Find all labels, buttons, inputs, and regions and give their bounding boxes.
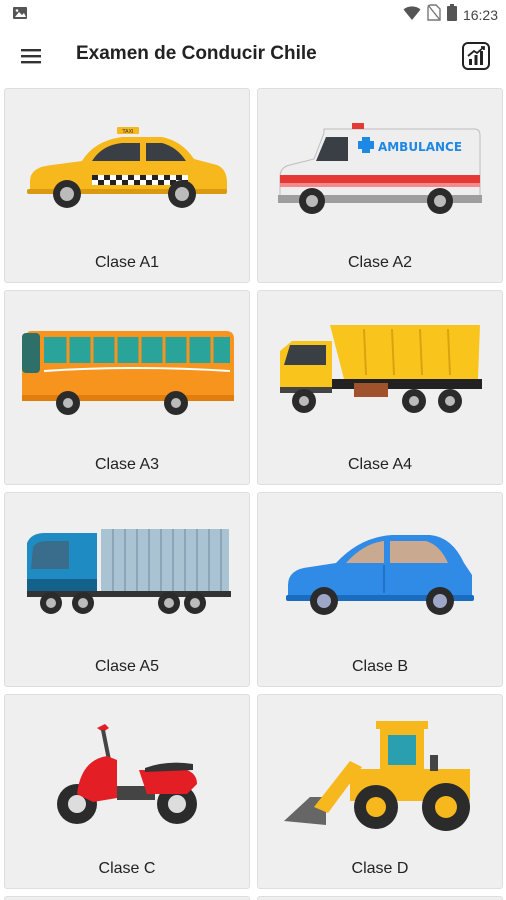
- card-clase-a2[interactable]: AMBULANCE Clase A2: [257, 88, 503, 283]
- loader-tractor-icon: [266, 705, 494, 845]
- app-bar: Examen de Conducir Chile: [0, 26, 506, 86]
- image-notification-icon: [12, 5, 28, 26]
- card-clase-a3[interactable]: Clase A3: [4, 290, 250, 485]
- wifi-icon: [403, 5, 421, 26]
- stats-button[interactable]: [460, 40, 492, 72]
- status-time: 16:23: [462, 7, 498, 23]
- card-label: Clase B: [351, 658, 409, 675]
- card-label: Clase A4: [347, 456, 413, 473]
- card-clase-c[interactable]: Clase C: [4, 694, 250, 889]
- card-label: Clase A2: [347, 254, 413, 271]
- svg-text:AMBULANCE: AMBULANCE: [378, 140, 462, 154]
- card-label: Clase C: [98, 860, 156, 877]
- bus-icon: [13, 301, 241, 441]
- taxi-icon: TAXI: [13, 99, 241, 239]
- card-clase-a5[interactable]: Clase A5: [4, 492, 250, 687]
- card-clase-a1[interactable]: TAXI Clase A1: [4, 88, 250, 283]
- ambulance-icon: AMBULANCE: [266, 99, 494, 239]
- card-label: Clase A5: [94, 658, 160, 675]
- menu-button[interactable]: [14, 40, 48, 72]
- card-clase-a4[interactable]: Clase A4: [257, 290, 503, 485]
- battery-icon: [446, 4, 457, 26]
- container-truck-icon: [13, 503, 241, 643]
- card-next-row-left[interactable]: [4, 896, 250, 900]
- card-label: Clase A1: [94, 254, 160, 271]
- stats-chart-icon: [462, 42, 490, 70]
- dump-truck-icon: [266, 301, 494, 441]
- svg-text:TAXI: TAXI: [122, 129, 134, 135]
- status-bar: 16:23: [0, 0, 506, 26]
- car-icon: [266, 503, 494, 643]
- motorcycle-icon: [13, 705, 241, 845]
- card-next-row-right[interactable]: [257, 896, 503, 900]
- card-label: Clase A3: [94, 456, 160, 473]
- card-label: Clase D: [351, 860, 409, 877]
- no-sim-icon: [427, 4, 441, 26]
- card-clase-b[interactable]: Clase B: [257, 492, 503, 687]
- menu-icon: [21, 49, 41, 64]
- card-clase-d[interactable]: Clase D: [257, 694, 503, 889]
- page-title: Examen de Conducir Chile: [76, 43, 317, 64]
